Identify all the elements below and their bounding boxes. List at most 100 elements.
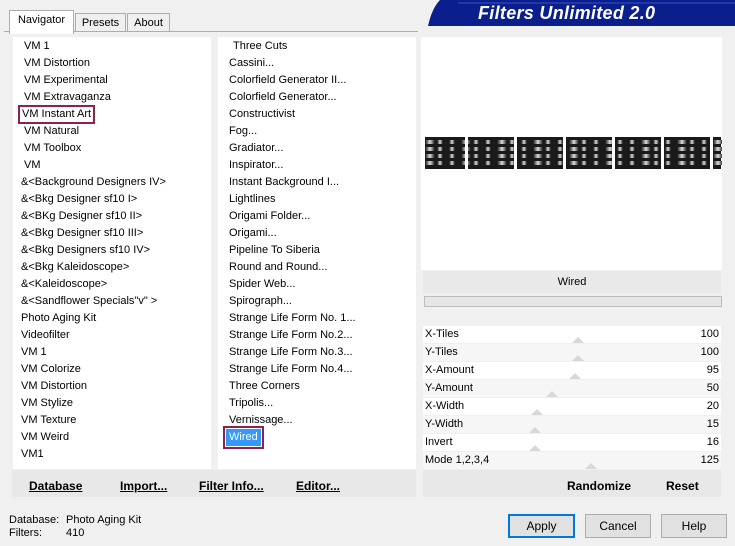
category-item[interactable]: &<Bkg Designer sf10 III> — [21, 225, 143, 242]
apply-button[interactable]: Apply — [508, 514, 575, 538]
param-row[interactable]: Invert 16 — [423, 434, 721, 451]
category-item[interactable]: &<Kaleidoscope> — [21, 276, 107, 293]
param-row[interactable]: Mode 1,2,3,4 125 — [423, 452, 721, 469]
category-list[interactable]: VM 1 VM Distortion VM Experimental VM Extra… — [13, 37, 211, 469]
category-item[interactable]: &<Sandflower Specials"v" > — [21, 293, 157, 310]
param-value: 95 — [706, 364, 719, 376]
param-label: X-Width — [425, 400, 465, 412]
database-button[interactable]: Database — [29, 479, 82, 493]
category-item[interactable]: VM Instant Art — [17, 105, 96, 124]
category-item[interactable]: VM Toolbox — [24, 140, 81, 157]
category-item[interactable]: &<Bkg Kaleidoscope> — [21, 259, 129, 276]
category-item[interactable]: VM — [24, 157, 41, 174]
cancel-button[interactable]: Cancel — [585, 514, 651, 538]
category-item[interactable]: VM Experimental — [24, 72, 108, 89]
param-label: X-Tiles — [425, 328, 459, 340]
category-item[interactable]: &<Background Designers IV> — [21, 174, 166, 191]
progress-bar — [424, 296, 722, 307]
slider-thumb-icon[interactable] — [569, 373, 581, 379]
filter-item[interactable]: Three Corners — [229, 378, 300, 395]
filter-item[interactable]: Round and Round... — [229, 259, 327, 276]
category-item[interactable]: &<Bkg Designer sf10 I> — [21, 191, 137, 208]
filter-item[interactable]: Tripolis... — [229, 395, 273, 412]
filter-preview — [421, 37, 723, 270]
footer-database-value: Photo Aging Kit — [66, 514, 142, 526]
slider-thumb-icon[interactable] — [529, 445, 541, 451]
param-row[interactable]: Y-Amount 50 — [423, 380, 721, 397]
tab-navigator[interactable]: Navigator — [9, 10, 74, 34]
category-item[interactable]: VM Natural — [24, 123, 79, 140]
category-item[interactable]: VM1 — [21, 446, 44, 463]
param-row[interactable]: X-Amount 95 — [423, 362, 721, 379]
filter-item[interactable]: Colorfield Generator II... — [229, 72, 346, 89]
param-label: Y-Tiles — [425, 346, 458, 358]
editor-button[interactable]: Editor... — [296, 479, 340, 493]
param-row[interactable]: X-Width 20 — [423, 398, 721, 415]
filter-item[interactable]: Gradiator... — [229, 140, 283, 157]
category-item[interactable]: VM Colorize — [21, 361, 81, 378]
param-value: 16 — [706, 436, 719, 448]
category-item[interactable]: VM 1 — [24, 38, 50, 55]
app-title: Filters Unlimited 2.0 — [478, 3, 656, 23]
slider-thumb-icon[interactable] — [531, 409, 543, 415]
slider-thumb-icon[interactable] — [585, 463, 597, 469]
category-item[interactable]: Videofilter — [21, 327, 70, 344]
filter-item[interactable]: Fog... — [229, 123, 257, 140]
filter-item[interactable]: Instant Background I... — [229, 174, 339, 191]
tab-about[interactable]: About — [127, 13, 170, 32]
filter-item[interactable]: Strange Life Form No. 1... — [229, 310, 356, 327]
slider-thumb-icon[interactable] — [529, 427, 541, 433]
param-value: 100 — [700, 346, 719, 358]
category-item[interactable]: &<BKg Designer sf10 II> — [21, 208, 142, 225]
footer-filters-value: 410 — [66, 527, 85, 539]
filter-info-button[interactable]: Filter Info... — [199, 479, 264, 493]
category-item[interactable]: VM 1 — [21, 344, 47, 361]
param-label: Invert — [425, 436, 453, 448]
footer-filters-label: Filters: — [9, 527, 42, 539]
param-value: 50 — [706, 382, 719, 394]
filter-item[interactable]: Colorfield Generator... — [229, 89, 337, 106]
filter-item[interactable]: Cassini... — [229, 55, 274, 72]
filter-item[interactable]: Lightlines — [229, 191, 275, 208]
param-label: Mode 1,2,3,4 — [425, 454, 490, 466]
reset-button[interactable]: Reset — [666, 479, 699, 493]
filter-list[interactable]: Three Cuts Cassini... Colorfield Generator… — [218, 37, 416, 469]
slider-thumb-icon[interactable] — [572, 337, 584, 343]
filter-item[interactable]: Vernissage... — [229, 412, 293, 429]
category-item[interactable]: VM Stylize — [21, 395, 73, 412]
help-button[interactable]: Help — [661, 514, 727, 538]
filter-item[interactable]: Inspirator... — [229, 157, 283, 174]
category-item[interactable]: VM Weird — [21, 429, 69, 446]
filter-item[interactable]: Origami Folder... — [229, 208, 310, 225]
filter-item[interactable]: Strange Life Form No.3... — [229, 344, 353, 361]
filter-item[interactable]: Strange Life Form No.4... — [229, 361, 353, 378]
filter-item[interactable]: Strange Life Form No.2... — [229, 327, 353, 344]
category-item[interactable]: VM Extravaganza — [24, 89, 111, 106]
param-value: 20 — [706, 400, 719, 412]
filter-item[interactable]: Pipeline To Siberia — [229, 242, 320, 259]
param-label: Y-Amount — [425, 382, 473, 394]
filter-item[interactable]: Constructivist — [229, 106, 295, 123]
tab-presets[interactable]: Presets — [75, 13, 126, 32]
param-value: 15 — [706, 418, 719, 430]
category-item[interactable]: VM Distortion — [21, 378, 87, 395]
slider-thumb-icon[interactable] — [572, 355, 584, 361]
randomize-button[interactable]: Randomize — [567, 479, 631, 493]
import-button[interactable]: Import... — [120, 479, 167, 493]
category-item[interactable]: &<Bkg Designers sf10 IV> — [21, 242, 150, 259]
category-item[interactable]: Photo Aging Kit — [21, 310, 96, 327]
filter-item[interactable]: Wired — [223, 426, 264, 449]
param-row[interactable]: Y-Width 15 — [423, 416, 721, 433]
slider-thumb-icon[interactable] — [546, 391, 558, 397]
filter-item[interactable]: Origami... — [229, 225, 277, 242]
param-value: 125 — [700, 454, 719, 466]
param-row[interactable]: Y-Tiles 100 — [423, 344, 721, 361]
category-item[interactable]: VM Texture — [21, 412, 76, 429]
param-row[interactable]: X-Tiles 100 — [423, 326, 721, 343]
param-label: X-Amount — [425, 364, 474, 376]
filter-item[interactable]: Spider Web... — [229, 276, 295, 293]
category-item[interactable]: VM Distortion — [24, 55, 90, 72]
filter-item[interactable]: Three Cuts — [233, 38, 287, 55]
filter-item[interactable]: Spirograph... — [229, 293, 292, 310]
footer-database-label: Database: — [9, 514, 60, 526]
